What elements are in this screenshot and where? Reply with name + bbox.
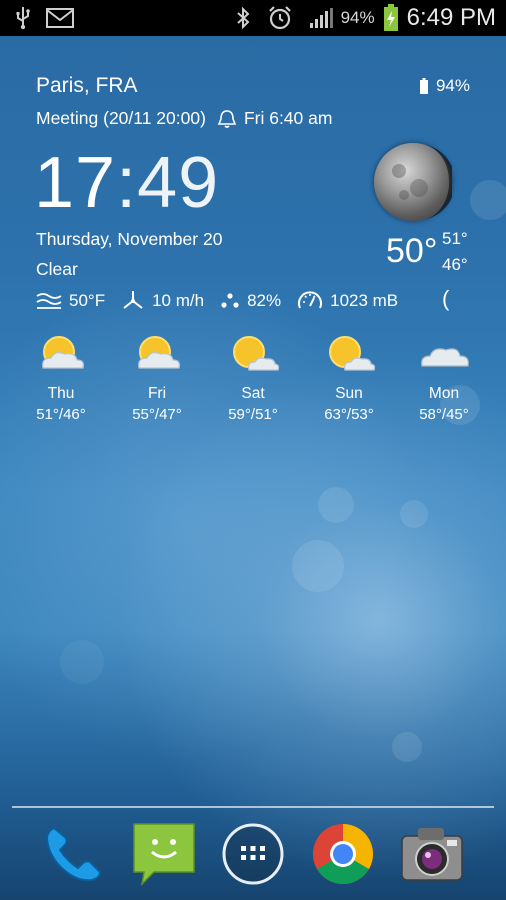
phone-icon[interactable] bbox=[40, 822, 104, 886]
forecast-day[interactable]: Sun 63°/53° bbox=[309, 332, 389, 423]
forecast-range: 63°/53° bbox=[324, 406, 374, 423]
high-temperature: 51° bbox=[442, 229, 468, 248]
bluetooth-icon bbox=[236, 6, 250, 30]
date-label: Thursday, November 20 bbox=[36, 229, 223, 249]
wallpaper bbox=[0, 0, 506, 900]
forecast-day[interactable]: Sat 59°/51° bbox=[213, 332, 293, 423]
fog-icon bbox=[36, 293, 62, 309]
sun-cloud-icon bbox=[321, 332, 377, 376]
moon-phase-icon bbox=[374, 143, 452, 221]
clock-separator: : bbox=[116, 143, 138, 223]
condition-label: Clear bbox=[36, 259, 78, 279]
forecast-day-name: Thu bbox=[47, 385, 75, 402]
sun-cloud-icon bbox=[129, 332, 185, 376]
alarm-label: Fri 6:40 am bbox=[243, 108, 333, 128]
app-drawer-icon[interactable] bbox=[221, 822, 285, 886]
mail-icon bbox=[46, 8, 74, 28]
forecast-day[interactable]: Thu 51°/46° bbox=[21, 332, 101, 423]
current-temperature: 50° bbox=[386, 232, 438, 270]
widget-battery-percent: 94% bbox=[435, 76, 470, 95]
sun-cloud-icon bbox=[33, 332, 89, 376]
humidity-value: 82% bbox=[247, 291, 282, 310]
next-event[interactable]: Meeting (20/11 20:00) Fri 6:40 am bbox=[36, 108, 332, 129]
forecast-day[interactable]: Fri 55°/47° bbox=[117, 332, 197, 423]
wind-turbine-icon bbox=[123, 291, 143, 309]
low-temperature: 46° bbox=[442, 255, 468, 274]
wind-value: 10 m/h bbox=[152, 291, 205, 310]
forecast-range: 58°/45° bbox=[419, 406, 469, 423]
forecast-day-name: Sat bbox=[241, 385, 265, 402]
meeting-label: Meeting (20/11 20:00) bbox=[36, 108, 206, 128]
usb-icon bbox=[16, 7, 30, 30]
forecast-range: 55°/47° bbox=[132, 406, 182, 423]
barometer-icon bbox=[298, 291, 323, 309]
chrome-icon[interactable] bbox=[311, 822, 375, 886]
clock-hours: 17 bbox=[34, 143, 117, 223]
status-bar: 94% 6:49 PM bbox=[0, 0, 506, 36]
forecast-day[interactable]: Mon 58°/45° bbox=[404, 332, 484, 423]
forecast-day-name: Fri bbox=[147, 385, 167, 402]
humidity-icon bbox=[221, 293, 239, 308]
sun-cloud-icon bbox=[225, 332, 281, 376]
clock-minutes: 49 bbox=[137, 143, 220, 223]
clock-time[interactable]: 17:49 bbox=[34, 140, 219, 226]
camera-icon[interactable] bbox=[400, 822, 464, 886]
forecast-range: 59°/51° bbox=[228, 406, 278, 423]
dock-divider bbox=[12, 806, 494, 808]
signal-icon bbox=[309, 8, 333, 28]
battery-percent: 94% bbox=[340, 8, 375, 27]
battery-icon bbox=[419, 78, 428, 94]
pressure-value: 1023 mB bbox=[330, 291, 399, 310]
status-time: 6:49 PM bbox=[406, 4, 496, 31]
cloud-icon bbox=[416, 332, 472, 376]
alarm-icon bbox=[268, 6, 291, 30]
weather-stats: 50°F 10 m/h 82% 1023 mB bbox=[36, 289, 414, 313]
moon-symbol: ( bbox=[442, 286, 450, 311]
location-label[interactable]: Paris, FRA bbox=[36, 74, 138, 98]
forecast-day-name: Sun bbox=[335, 385, 363, 402]
battery-charging-icon bbox=[383, 4, 398, 31]
bell-icon bbox=[217, 109, 237, 128]
forecast-day-name: Mon bbox=[428, 385, 460, 402]
feels-like-value: 50°F bbox=[69, 291, 106, 310]
forecast-range: 51°/46° bbox=[36, 406, 86, 423]
messaging-icon[interactable] bbox=[132, 822, 196, 887]
widget-battery: 94% bbox=[419, 76, 470, 96]
